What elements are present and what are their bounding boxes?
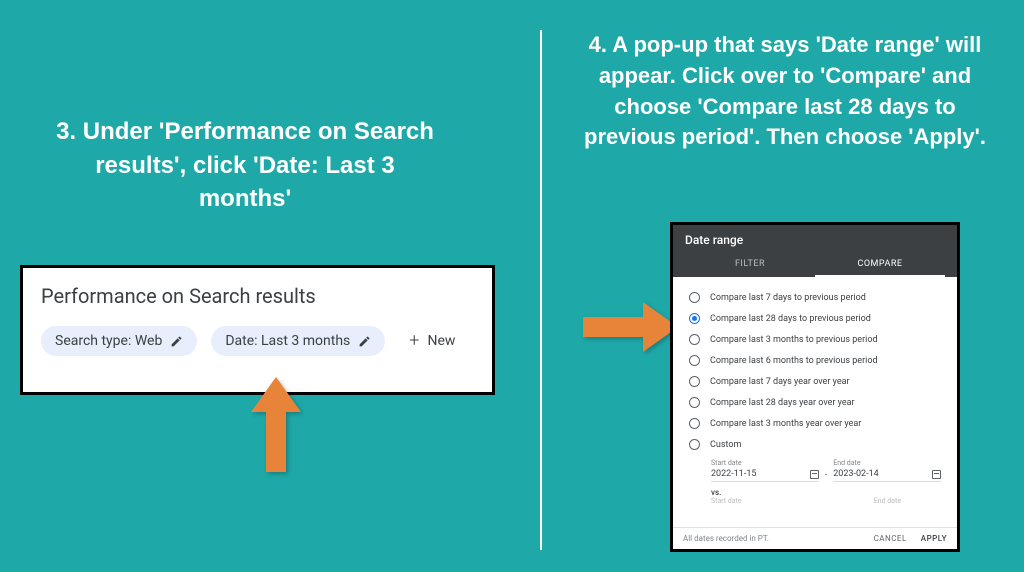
modal-title: Date range [685, 233, 945, 247]
radio-icon [689, 334, 700, 345]
option-label: Custom [710, 440, 741, 450]
option-7days-yoy[interactable]: Compare last 7 days year over year [689, 371, 941, 392]
footer-actions: CANCEL APPLY [874, 534, 947, 543]
end-date-field[interactable]: End date 2023-02-14 [833, 459, 941, 482]
panel-title: Performance on Search results [41, 284, 474, 308]
option-7days-prev[interactable]: Compare last 7 days to previous period [689, 287, 941, 308]
option-label: Compare last 7 days to previous period [710, 293, 866, 303]
custom-date-fields: Start date 2022-11-15 - End date 2023-02… [711, 459, 941, 482]
radio-icon [689, 376, 700, 387]
vs-end-placeholder: End date [874, 497, 901, 505]
chip-date[interactable]: Date: Last 3 months [211, 326, 385, 356]
modal-header: Date range FILTER COMPARE [673, 225, 957, 277]
chip-search-type-label: Search type: Web [55, 333, 162, 349]
option-label: Compare last 28 days to previous period [710, 314, 871, 324]
cancel-button[interactable]: CANCEL [874, 534, 907, 543]
date-range-dash: - [825, 470, 828, 482]
chip-search-type[interactable]: Search type: Web [41, 326, 197, 356]
modal-footer: All dates recorded in PT. CANCEL APPLY [673, 527, 957, 549]
date-range-modal: Date range FILTER COMPARE Compare last 7… [670, 222, 960, 552]
tab-compare[interactable]: COMPARE [815, 253, 945, 277]
vertical-divider [540, 30, 542, 550]
compare-options: Compare last 7 days to previous period C… [673, 277, 957, 527]
option-label: Compare last 28 days year over year [710, 398, 855, 408]
start-date-value: 2022-11-15 [711, 469, 756, 479]
chip-date-label: Date: Last 3 months [225, 333, 350, 349]
option-3months-yoy[interactable]: Compare last 3 months year over year [689, 413, 941, 434]
filter-chip-row: Search type: Web Date: Last 3 months + N… [41, 326, 474, 356]
new-filter-label: New [427, 333, 455, 349]
performance-panel: Performance on Search results Search typ… [20, 265, 495, 395]
radio-icon [689, 313, 700, 324]
option-3months-prev[interactable]: Compare last 3 months to previous period [689, 329, 941, 350]
option-6months-prev[interactable]: Compare last 6 months to previous period [689, 350, 941, 371]
radio-icon [689, 292, 700, 303]
radio-icon [689, 439, 700, 450]
start-date-label: Start date [711, 459, 819, 467]
option-28days-yoy[interactable]: Compare last 28 days year over year [689, 392, 941, 413]
timezone-note: All dates recorded in PT. [683, 534, 769, 543]
radio-icon [689, 418, 700, 429]
calendar-icon [810, 470, 819, 479]
pencil-icon [358, 335, 371, 348]
pencil-icon [170, 335, 183, 348]
radio-icon [689, 355, 700, 366]
vs-label: vs. [711, 488, 941, 497]
option-label: Compare last 7 days year over year [710, 377, 850, 387]
option-label: Compare last 3 months year over year [710, 419, 861, 429]
option-28days-prev[interactable]: Compare last 28 days to previous period [689, 308, 941, 329]
option-custom[interactable]: Custom [689, 434, 941, 455]
apply-button[interactable]: APPLY [921, 534, 947, 543]
start-date-field[interactable]: Start date 2022-11-15 [711, 459, 819, 482]
option-label: Compare last 3 months to previous period [710, 335, 878, 345]
end-date-label: End date [833, 459, 941, 467]
annotation-arrow-right [583, 302, 678, 352]
option-label: Compare last 6 months to previous period [710, 356, 878, 366]
new-filter-button[interactable]: + New [399, 327, 465, 355]
tab-filter[interactable]: FILTER [685, 253, 815, 277]
vs-start-placeholder: Start date [711, 497, 742, 505]
instruction-step-4: 4. A pop-up that says 'Date range' will … [580, 30, 990, 153]
modal-tabs: FILTER COMPARE [685, 253, 945, 277]
end-date-value: 2023-02-14 [833, 469, 878, 479]
annotation-arrow-up [251, 377, 301, 472]
radio-icon [689, 397, 700, 408]
vs-date-placeholders: Start date End date [711, 497, 941, 505]
calendar-icon [932, 470, 941, 479]
instruction-step-3: 3. Under 'Performance on Search results'… [55, 115, 435, 216]
